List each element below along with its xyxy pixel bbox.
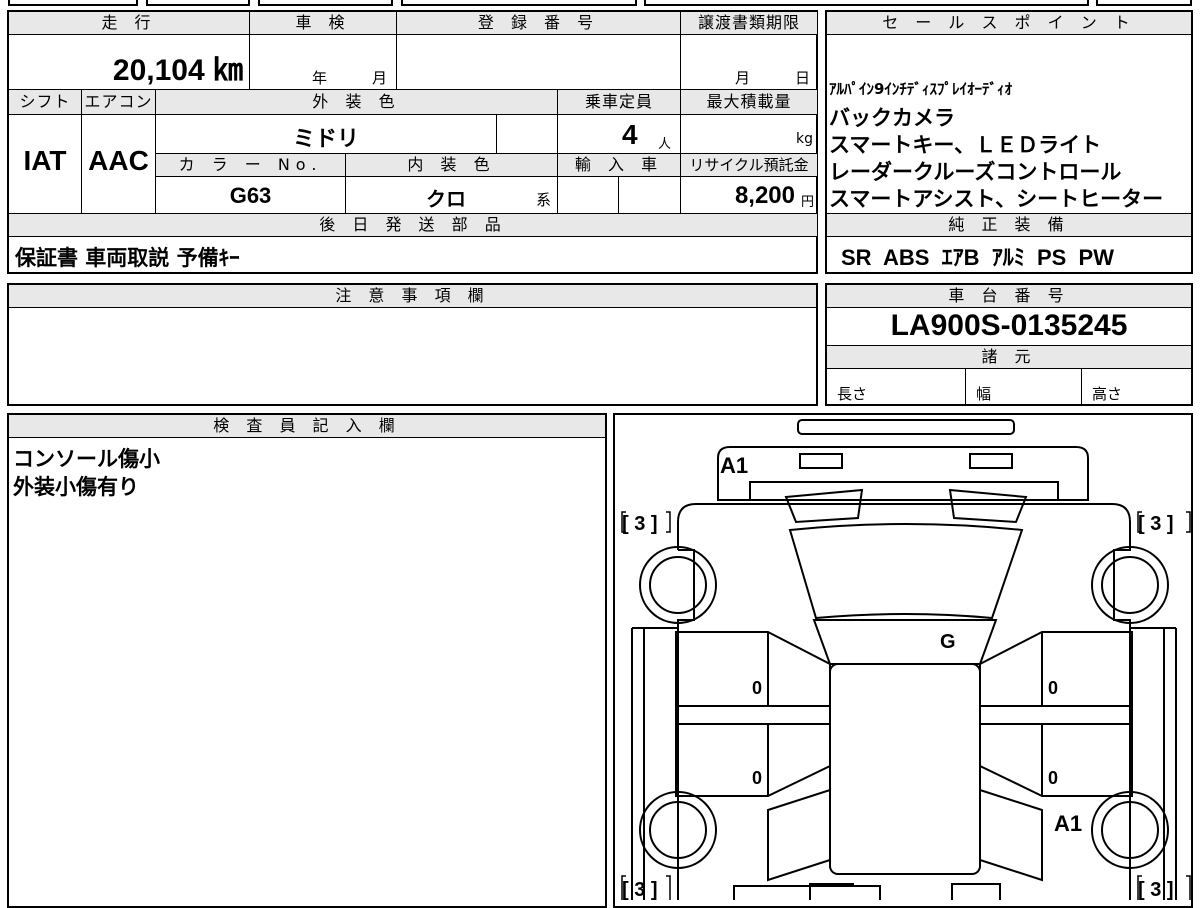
mark-door-rr: 0	[1048, 768, 1058, 788]
tire-fl-outer	[639, 546, 717, 624]
max-load-unit: kg	[796, 131, 813, 147]
sales-line-5: スマートアシスト、シートヒーター	[829, 187, 1164, 211]
tire-fr-inner	[1101, 556, 1159, 614]
mileage-label: 走 行	[8, 11, 250, 35]
mark-tire-fl: [ 3 ]	[622, 513, 658, 535]
spec-panel: 走 行 車 検 登 録 番 号 譲渡書類期限 20,104 ㎞ 年 月 月 日 …	[7, 10, 818, 274]
inspector-label: 検 査 員 記 入 欄	[8, 414, 606, 438]
mark-tire-fr: [ 3 ]	[1138, 513, 1174, 535]
sales-point-panel: セ ー ル ス ポ イ ン ト ｱﾙﾊﾟｲﾝ9ｲﾝﾁﾃﾞｨｽﾌﾟﾚｲｵｰﾃﾞｨｵ…	[825, 10, 1193, 274]
shaken-label: 車 検	[249, 11, 397, 35]
ext-color-value: ミドリ	[292, 127, 359, 152]
import-cell-b	[618, 176, 681, 214]
int-color-value: クロ	[426, 187, 466, 211]
transfer-deadline-cell: 月 日	[680, 34, 818, 90]
mark-tire-rl: [ 3 ]	[622, 879, 658, 901]
max-load-label: 最大積載量	[680, 89, 818, 115]
car-diagram: A1 A1 G 0 0 0 0 [ 3 ] [ 3 ] [ 3 ] [ 3 ]	[621, 419, 1191, 901]
registration-label: 登 録 番 号	[396, 11, 681, 35]
roof	[829, 663, 981, 875]
transfer-month-unit: 月	[735, 69, 751, 87]
registration-cell	[396, 34, 681, 90]
notes-panel: 注 意 事 項 欄	[7, 283, 818, 406]
width-label: 幅	[976, 385, 992, 403]
capacity-label: 乗車定員	[557, 89, 681, 115]
height-label: 高さ	[1092, 385, 1123, 403]
tire-fl-inner	[649, 556, 707, 614]
top-strip	[0, 0, 1200, 8]
later-parts-value: 保証書 車両取説 予備ｷｰ	[15, 246, 240, 270]
length-cell: 長さ	[826, 368, 966, 406]
color-no-value: G63	[229, 183, 272, 208]
mark-windshield: G	[940, 631, 956, 653]
notes-label: 注 意 事 項 欄	[8, 284, 817, 308]
ac-label: エアコン	[81, 89, 156, 115]
sales-line-3: スマートキー、ＬＥＤライト	[829, 133, 1102, 157]
capacity-value: 4	[622, 119, 638, 150]
shaken-year-unit: 年	[312, 69, 328, 87]
color-no-cell: G63	[155, 176, 346, 214]
ac-value: AAC	[88, 145, 149, 176]
sales-line-4: レーダークルーズコントロール	[829, 160, 1122, 184]
inspector-line-1: コンソール傷小	[13, 447, 160, 471]
mark-front-bumper: A1	[720, 453, 748, 478]
mark-door-fl: 0	[752, 678, 762, 698]
inspector-panel: 検 査 員 記 入 欄 コンソール傷小 外装小傷有り	[7, 413, 607, 908]
color-no-label: カ ラ ー No.	[155, 153, 346, 177]
height-cell: 高さ	[1081, 368, 1193, 406]
recycle-cell: 8,200 円	[680, 176, 818, 214]
max-load-cell: kg	[680, 114, 818, 154]
windshield	[788, 523, 1024, 620]
capacity-unit: 人	[658, 137, 672, 152]
int-color-cell: クロ 系	[345, 176, 558, 214]
chassis-number: LA900S-0135245	[890, 309, 1128, 342]
equipment-label: 純 正 装 備	[826, 213, 1192, 237]
length-label: 長さ	[837, 385, 868, 403]
hood-left	[784, 488, 864, 524]
recycle-value: 8,200	[734, 182, 795, 209]
shaken-month-unit: 月	[372, 69, 388, 87]
ext-color-cell: ミドリ	[155, 114, 497, 154]
sales-line-1: ｱﾙﾊﾟｲﾝ9ｲﾝﾁﾃﾞｨｽﾌﾟﾚｲｵｰﾃﾞｨｵ	[829, 80, 1012, 98]
recycle-unit: 円	[800, 195, 814, 210]
sales-point-label: セ ー ル ス ポ イ ン ト	[826, 11, 1192, 35]
transfer-day-unit: 日	[795, 69, 811, 87]
ac-cell: AAC	[81, 114, 156, 214]
capacity-cell: 4 人	[557, 114, 681, 154]
roof-front	[812, 619, 998, 665]
sales-line-2: バックカメラ	[829, 106, 955, 130]
later-parts-label: 後 日 発 送 部 品	[8, 213, 818, 237]
mark-door-rl: 0	[752, 768, 762, 788]
chassis-label: 車 台 番 号	[826, 284, 1192, 308]
recycle-label: リサイクル預託金	[680, 153, 818, 177]
headlight-left	[799, 453, 843, 469]
hood-right	[948, 488, 1028, 524]
shaken-cell: 年 月	[249, 34, 397, 90]
transfer-deadline-label: 譲渡書類期限	[680, 11, 818, 35]
chassis-panel: 車 台 番 号 LA900S-0135245 諸 元 長さ 幅 高さ	[825, 283, 1193, 406]
inspector-line-2: 外装小傷有り	[13, 475, 139, 499]
shift-label: シフト	[8, 89, 82, 115]
mark-tire-rr: [ 3 ]	[1138, 879, 1174, 901]
ext-color-extra-cell	[496, 114, 558, 154]
specs-label: 諸 元	[826, 345, 1192, 369]
import-label: 輸 入 車	[557, 153, 681, 177]
car-diagram-panel: A1 A1 G 0 0 0 0 [ 3 ] [ 3 ] [ 3 ] [ 3 ]	[613, 413, 1193, 908]
import-cell-a	[557, 176, 619, 214]
mileage-cell: 20,104 ㎞	[8, 34, 250, 90]
equipment-value: SR ABS ｴｱB ｱﾙﾐ PS PW	[841, 245, 1114, 270]
ext-color-label: 外 装 色	[155, 89, 558, 115]
mark-rear-bumper: A1	[1054, 811, 1082, 836]
width-cell: 幅	[965, 368, 1082, 406]
mark-door-fr: 0	[1048, 678, 1058, 698]
front-bumper-top	[797, 419, 1015, 435]
int-color-unit: 系	[536, 191, 552, 209]
headlight-right	[969, 453, 1013, 469]
shift-cell: IAT	[8, 114, 82, 214]
mileage-value: 20,104 ㎞	[112, 54, 243, 87]
front-bumper	[717, 446, 1089, 501]
tire-fr-outer	[1091, 546, 1169, 624]
shift-value: IAT	[23, 145, 67, 176]
int-color-label: 内 装 色	[345, 153, 558, 177]
